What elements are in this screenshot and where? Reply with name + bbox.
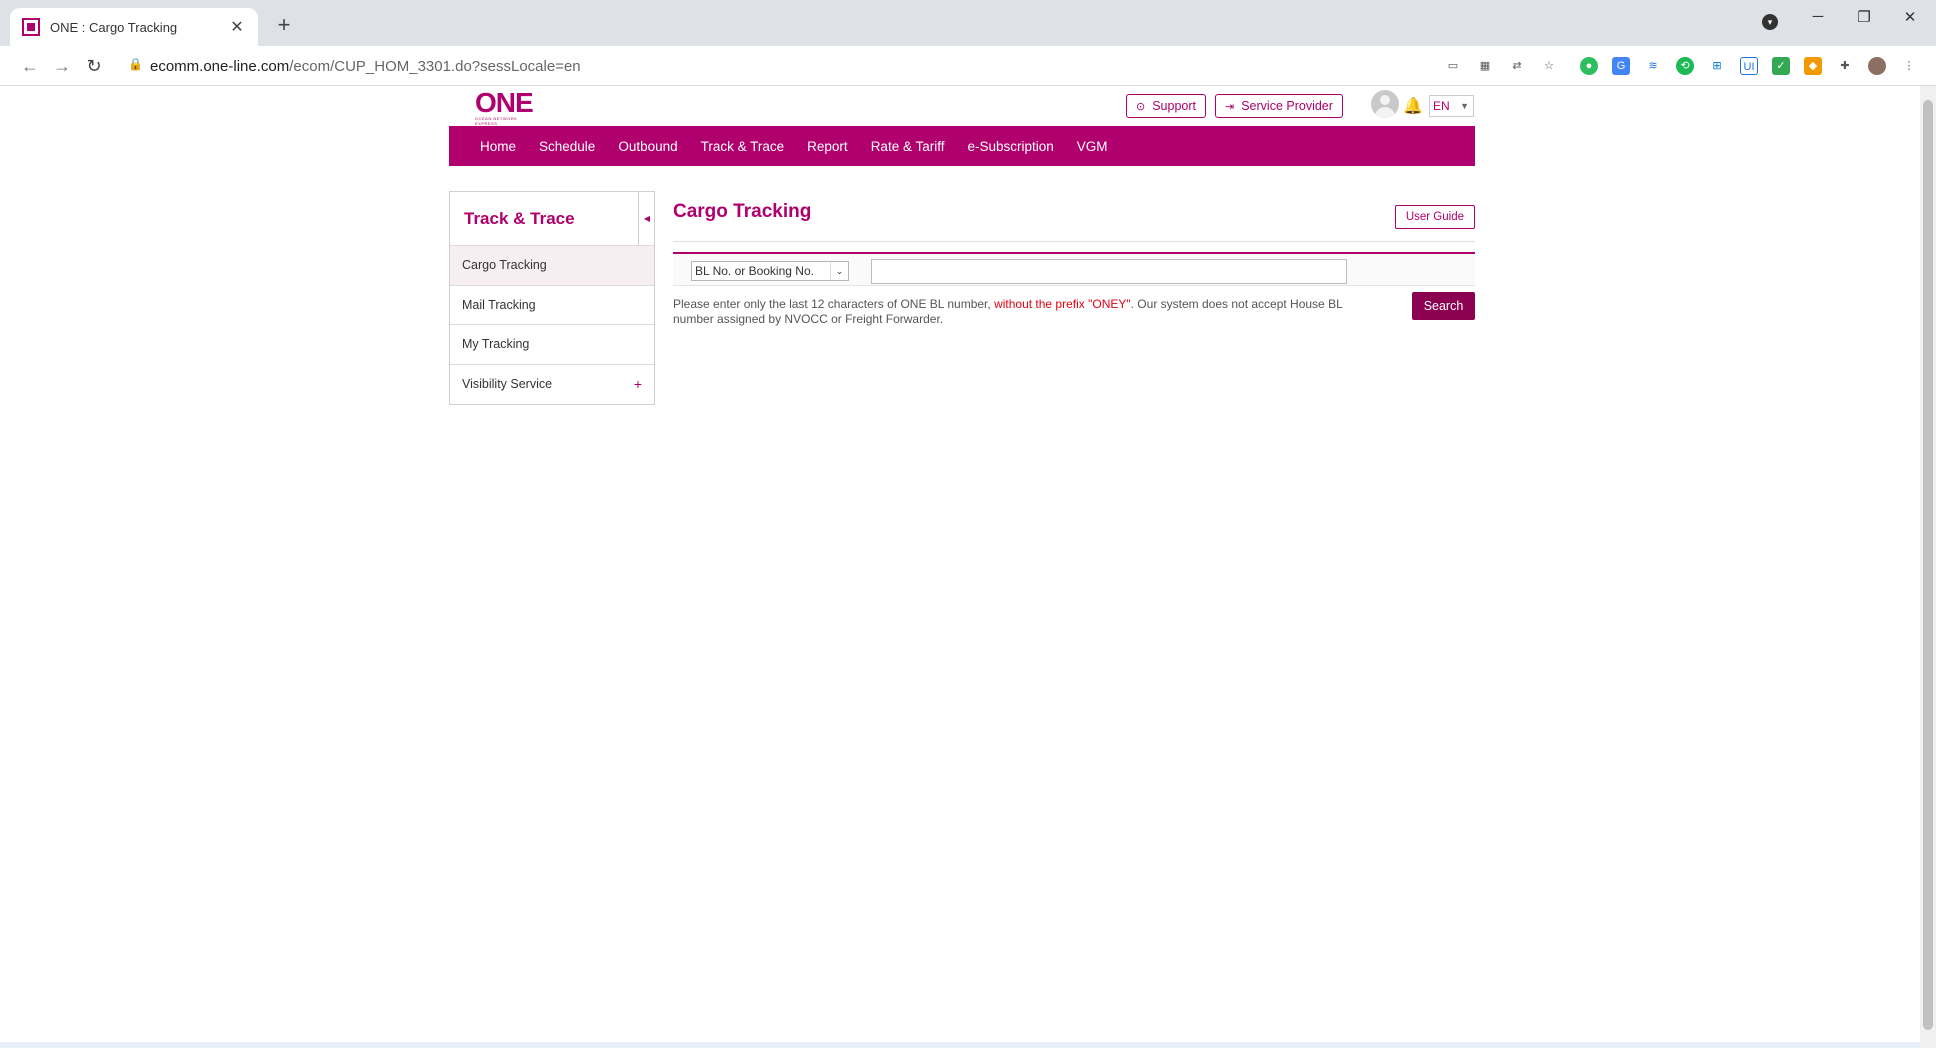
menu-item-vgm[interactable]: VGM xyxy=(1077,139,1108,154)
login-arrow-icon: ⇥ xyxy=(1225,100,1235,113)
orange-extension-icon[interactable]: ◆ xyxy=(1804,57,1822,75)
play-circle-icon: ⊙ xyxy=(1136,100,1146,113)
one-favicon-icon xyxy=(22,18,40,36)
qr-code-icon[interactable]: ▦ xyxy=(1476,57,1494,75)
browser-tabstrip: ONE : Cargo Tracking ✕ + ▾ ─ ❐ ✕ xyxy=(0,0,1936,46)
search-button[interactable]: Search xyxy=(1412,292,1475,320)
menu-item-report[interactable]: Report xyxy=(807,139,848,154)
close-window-button[interactable]: ✕ xyxy=(1895,8,1925,26)
collapse-sidebar-icon[interactable]: ◀ xyxy=(638,192,655,246)
lock-icon: 🔒 xyxy=(128,57,143,71)
sidebar: Track & Trace ◀ Cargo Tracking Mail Trac… xyxy=(449,191,655,405)
url-text: ecomm.one-line.com/ecom/CUP_HOM_3301.do?… xyxy=(150,58,581,75)
site-header: ONE OCEAN NETWORK EXPRESS ⊙ Support ⇥ Se… xyxy=(449,86,1475,126)
chevron-down-icon: ▼ xyxy=(1460,101,1469,111)
main-menu: Home Schedule Outbound Track & Trace Rep… xyxy=(449,126,1475,166)
back-arrow-icon[interactable]: ← xyxy=(18,54,42,78)
one-logo[interactable]: ONE OCEAN NETWORK EXPRESS xyxy=(475,89,537,127)
divider xyxy=(673,241,1475,242)
bookmark-star-icon[interactable]: ☆ xyxy=(1540,57,1558,75)
page-title: Cargo Tracking xyxy=(673,201,812,222)
search-instructions: Please enter only the last 12 characters… xyxy=(673,297,1343,326)
tracking-number-input[interactable] xyxy=(871,259,1347,284)
menu-item-home[interactable]: Home xyxy=(480,139,516,154)
layers-extension-icon[interactable]: ≋ xyxy=(1644,57,1662,75)
evernote-extension-icon[interactable]: ● xyxy=(1580,57,1598,75)
menu-item-outbound[interactable]: Outbound xyxy=(618,139,677,154)
forward-arrow-icon[interactable]: → xyxy=(50,54,74,78)
sidebar-title: Track & Trace ◀ xyxy=(450,192,654,246)
browser-toolbar: ← → ↻ 🔒 ecomm.one-line.com/ecom/CUP_HOM_… xyxy=(0,46,1936,86)
taskbar-edge xyxy=(0,1042,1920,1048)
chevron-down-icon: ⌄ xyxy=(830,262,848,280)
browser-menu-icon[interactable]: ⋮ xyxy=(1900,57,1918,75)
cast-icon[interactable]: ▭ xyxy=(1444,57,1462,75)
sidebar-item-visibility-service[interactable]: Visibility Service + xyxy=(450,365,654,405)
service-provider-button[interactable]: ⇥ Service Provider xyxy=(1215,94,1343,118)
menu-item-rate-tariff[interactable]: Rate & Tariff xyxy=(871,139,945,154)
puzzle-extensions-icon[interactable]: ✚ xyxy=(1836,57,1854,75)
reload-icon[interactable]: ↻ xyxy=(82,54,106,78)
user-avatar-icon[interactable] xyxy=(1371,90,1399,118)
expand-plus-icon[interactable]: + xyxy=(634,376,642,392)
menu-item-e-subscription[interactable]: e-Subscription xyxy=(967,139,1053,154)
language-select[interactable]: EN ▼ xyxy=(1429,95,1474,117)
sidebar-item-my-tracking[interactable]: My Tracking xyxy=(450,325,654,365)
ui-extension-icon[interactable]: UI xyxy=(1740,57,1758,75)
search-type-select[interactable]: BL No. or Booking No. ⌄ xyxy=(691,261,849,281)
translate-icon[interactable]: ⇄ xyxy=(1508,57,1526,75)
share-extension-icon[interactable]: ⟲ xyxy=(1676,57,1694,75)
web-page: ONE OCEAN NETWORK EXPRESS ⊙ Support ⇥ Se… xyxy=(0,86,1920,1046)
new-tab-button[interactable]: + xyxy=(270,12,298,40)
scrollbar-thumb[interactable] xyxy=(1923,100,1933,1030)
tab-search-icon[interactable]: ▾ xyxy=(1762,14,1778,30)
translate-extension-icon[interactable]: G xyxy=(1612,57,1630,75)
support-button[interactable]: ⊙ Support xyxy=(1126,94,1206,118)
windows-extension-icon[interactable]: ⊞ xyxy=(1708,57,1726,75)
user-guide-button[interactable]: User Guide xyxy=(1394,205,1475,229)
page-scrollbar[interactable] xyxy=(1920,86,1936,1048)
tab-title: ONE : Cargo Tracking xyxy=(50,19,178,35)
menu-item-schedule[interactable]: Schedule xyxy=(539,139,595,154)
sidebar-item-cargo-tracking[interactable]: Cargo Tracking xyxy=(450,246,654,286)
profile-avatar-icon[interactable] xyxy=(1868,57,1886,75)
notification-bell-icon[interactable]: 🔔 xyxy=(1403,96,1423,116)
search-row: BL No. or Booking No. ⌄ xyxy=(673,254,1475,286)
browser-tab[interactable]: ONE : Cargo Tracking ✕ xyxy=(10,8,258,46)
checker-extension-icon[interactable]: ✓ xyxy=(1772,57,1790,75)
sidebar-item-mail-tracking[interactable]: Mail Tracking xyxy=(450,286,654,325)
minimize-button[interactable]: ─ xyxy=(1803,8,1833,25)
restore-button[interactable]: ❐ xyxy=(1849,8,1879,26)
address-bar[interactable]: 🔒 ecomm.one-line.com/ecom/CUP_HOM_3301.d… xyxy=(116,52,1566,80)
tab-close-icon[interactable]: ✕ xyxy=(228,17,246,37)
menu-item-track-trace[interactable]: Track & Trace xyxy=(701,139,785,154)
